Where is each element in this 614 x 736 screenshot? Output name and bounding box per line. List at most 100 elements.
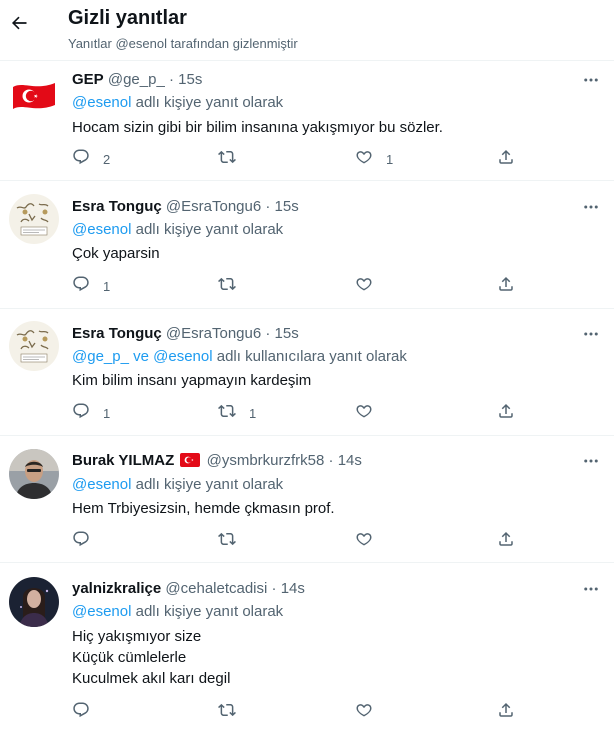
more-options-icon[interactable]	[582, 325, 600, 343]
avatar[interactable]	[9, 71, 59, 121]
tweet-text: Hem Trbiyesizsin, hemde çkmasın prof.	[72, 498, 335, 519]
retweet-icon	[218, 402, 236, 425]
reply-tweet[interactable]: GEP @ge_p_ · 15s @esenol adlı kişiye yan…	[0, 61, 614, 181]
retweet-button[interactable]	[218, 531, 249, 551]
timestamp[interactable]: 15s	[275, 325, 299, 342]
separator-dot: ·	[168, 71, 174, 88]
retweet-button[interactable]	[218, 149, 249, 169]
reply-button[interactable]: 2	[72, 149, 110, 169]
tweet-meta: Esra Tonguç @EsraTongu6 · 15s	[72, 198, 299, 215]
share-icon	[497, 530, 515, 553]
retweet-button[interactable]	[218, 702, 249, 722]
page-header: Gizli yanıtlar Yanıtlar @esenol tarafınd…	[0, 0, 614, 61]
like-button[interactable]	[355, 702, 386, 722]
display-name[interactable]: GEP	[72, 71, 104, 88]
mention-link[interactable]: @esenol	[153, 348, 212, 365]
retweet-icon	[218, 530, 236, 553]
tweet-line: Küçük cümlelerle	[72, 649, 187, 666]
like-count: 1	[386, 151, 394, 167]
turkey-flag-icon	[180, 453, 201, 471]
user-handle[interactable]: @cehaletcadisi	[165, 580, 267, 597]
tweet-meta: yalnizkraliçe @cehaletcadisi · 14s	[72, 580, 305, 597]
user-handle[interactable]: @EsraTongu6	[166, 198, 261, 215]
reply-tweet[interactable]: Esra Tonguç @EsraTongu6 · 15s @esenol ad…	[0, 182, 614, 309]
mention-link[interactable]: @esenol	[72, 603, 131, 620]
reply-context: @esenol adlı kişiye yanıt olarak	[72, 476, 283, 493]
user-handle[interactable]: @EsraTongu6	[166, 325, 261, 342]
tweet-line: Kim bilim insanı yapmayın kardeşim	[72, 372, 312, 389]
retweet-icon	[218, 701, 236, 724]
reply-context: @esenol adlı kişiye yanıt olarak	[72, 221, 283, 238]
tweet-line: Hiç yakışmıyor size	[72, 628, 202, 645]
avatar[interactable]	[9, 449, 59, 499]
share-button[interactable]	[497, 403, 515, 423]
mention-link[interactable]: @esenol	[72, 94, 131, 111]
user-handle[interactable]: @ge_p_	[108, 71, 165, 88]
separator-dot: ·	[265, 325, 271, 342]
reply-icon	[72, 402, 90, 425]
reply-context-text: adlı kişiye yanıt olarak	[135, 603, 284, 620]
reply-context-text: adlı kişiye yanıt olarak	[135, 476, 284, 493]
display-name[interactable]: yalnizkraliçe	[72, 580, 161, 597]
like-button[interactable]: 1	[355, 149, 393, 169]
display-name[interactable]: Burak YILMAZ	[72, 452, 174, 469]
reply-button[interactable]	[72, 702, 103, 722]
display-name[interactable]: Esra Tonguç	[72, 325, 162, 342]
more-options-icon[interactable]	[582, 580, 600, 598]
more-options-icon[interactable]	[582, 71, 600, 89]
mention-link[interactable]: @esenol	[72, 476, 131, 493]
back-arrow-icon[interactable]	[8, 12, 30, 34]
timestamp[interactable]: 15s	[275, 198, 299, 215]
display-name[interactable]: Esra Tonguç	[72, 198, 162, 215]
retweet-button[interactable]	[218, 276, 249, 296]
share-button[interactable]	[497, 531, 515, 551]
mention-link[interactable]: @esenol	[72, 221, 131, 238]
tweet-text: Çok yaparsin	[72, 243, 160, 264]
user-handle[interactable]: @ysmbrkurzfrk58	[207, 452, 325, 469]
retweet-count: 1	[249, 405, 257, 421]
reply-count: 2	[103, 151, 111, 167]
reply-context: @esenol adlı kişiye yanıt olarak	[72, 603, 283, 620]
reply-icon	[72, 275, 90, 298]
like-button[interactable]	[355, 403, 386, 423]
more-options-icon[interactable]	[582, 452, 600, 470]
share-icon	[497, 148, 515, 171]
tweet-text: Hocam sizin gibi bir bilim insanına yakı…	[72, 117, 443, 138]
share-button[interactable]	[497, 702, 515, 722]
reply-icon	[72, 148, 90, 171]
timestamp[interactable]: 15s	[178, 71, 202, 88]
reply-context-text: adlı kişiye yanıt olarak	[135, 94, 284, 111]
retweet-button[interactable]: 1	[218, 403, 256, 423]
tweet-line: Hem Trbiyesizsin, hemde çkmasın prof.	[72, 500, 335, 517]
reply-context: @ge_p_ ve @esenol adlı kullanıcılara yan…	[72, 348, 407, 365]
tweet-text: Kim bilim insanı yapmayın kardeşim	[72, 370, 311, 391]
share-button[interactable]	[497, 149, 515, 169]
heart-icon	[355, 530, 373, 553]
avatar[interactable]	[9, 577, 59, 627]
reply-context: @esenol adlı kişiye yanıt olarak	[72, 94, 283, 111]
avatar[interactable]	[9, 194, 59, 244]
tweet-text: Hiç yakışmıyor size Küçük cümlelerle Kuc…	[72, 626, 230, 689]
tweet-line: Kuculmek akıl karı degil	[72, 670, 231, 687]
share-button[interactable]	[497, 276, 515, 296]
retweet-icon	[218, 275, 236, 298]
timestamp[interactable]: 14s	[281, 580, 305, 597]
tweet-meta: GEP @ge_p_ · 15s	[72, 71, 202, 88]
avatar[interactable]	[9, 321, 59, 371]
like-button[interactable]	[355, 531, 386, 551]
mention-link[interactable]: @ge_p_	[72, 348, 129, 365]
tweet-meta: Esra Tonguç @EsraTongu6 · 15s	[72, 325, 299, 342]
reply-tweet[interactable]: Burak YILMAZ @ysmbrkurzfrk58 · 14s @esen…	[0, 436, 614, 563]
more-options-icon[interactable]	[582, 198, 600, 216]
separator-dot: ·	[328, 452, 334, 469]
reply-tweet[interactable]: yalnizkraliçe @cehaletcadisi · 14s @esen…	[0, 563, 614, 736]
timestamp[interactable]: 14s	[338, 452, 362, 469]
reply-button[interactable]: 1	[72, 403, 110, 423]
reply-button[interactable]: 1	[72, 276, 110, 296]
tweet-meta: Burak YILMAZ @ysmbrkurzfrk58 · 14s	[72, 452, 362, 471]
reply-button[interactable]	[72, 531, 103, 551]
like-button[interactable]	[355, 276, 386, 296]
reply-tweet[interactable]: Esra Tonguç @EsraTongu6 · 15s @ge_p_ ve …	[0, 309, 614, 436]
reply-context-and: ve	[133, 348, 149, 365]
tweet-line: Çok yaparsin	[72, 245, 160, 262]
